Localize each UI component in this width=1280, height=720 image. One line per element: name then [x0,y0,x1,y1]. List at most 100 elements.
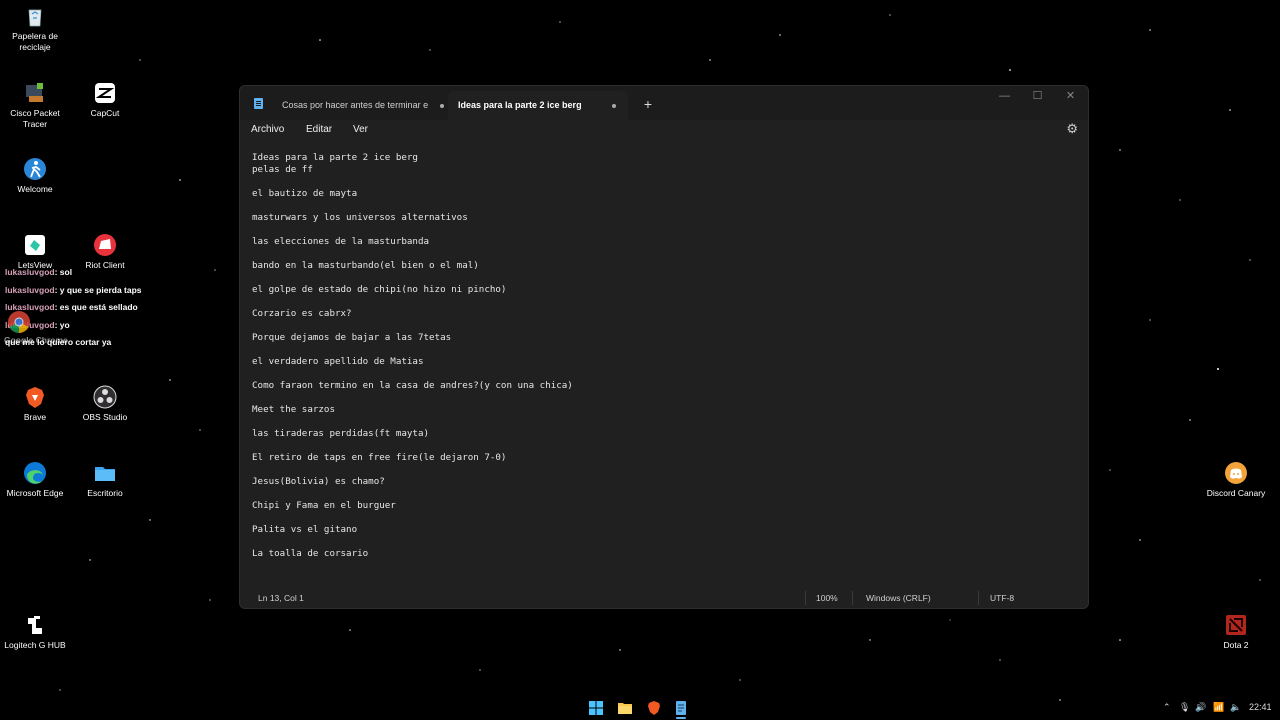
recycle-bin-icon [28,9,42,27]
chat-message: lukasluvgod: y que se pierda taps [5,282,142,300]
volume-icon[interactable]: 🔊 [1195,702,1206,713]
logitech-icon [28,616,42,634]
chat-username: lukasluvgod [5,284,55,295]
editor-line: La toalla de corsario [252,548,369,559]
encoding[interactable]: UTF-8 [990,588,1014,608]
obs-icon [93,385,117,409]
desktop-icon-brave[interactable]: Brave [0,385,71,423]
line-ending[interactable]: Windows (CRLF) [866,588,931,608]
chat-text: : es que está sellado [54,302,138,312]
desktop-icon-dota[interactable]: Dota 2 [1200,613,1272,651]
folder-icon [95,467,115,481]
edge-icon [24,462,46,484]
desktop-icon-edge[interactable]: Microsoft Edge [0,461,71,499]
desktop-icon-label: Welcome [17,184,53,194]
desktop-icon-cisco[interactable]: Cisco Packet Tracer [0,81,71,130]
desktop-icon-recycle-bin[interactable]: Papelera de reciclaje [0,4,71,53]
settings-gear-icon[interactable]: ⚙ [1066,121,1078,137]
tab-ideas-ice-berg[interactable]: Ideas para la parte 2 ice berg [448,91,628,120]
desktop-icon-obs[interactable]: OBS Studio [69,385,141,423]
editor-line: Jesus(Bolivia) es chamo? [252,476,385,487]
desktop-icon-label: CapCut [90,108,120,118]
unsaved-dot-icon [612,104,616,108]
editor-line: el bautizo de mayta [252,188,358,199]
menu-editar[interactable]: Editar [306,124,332,135]
tab-cosas-por-hacer[interactable]: Cosas por hacer antes de terminar e [272,91,450,120]
cisco-icon [26,83,43,102]
menu-bar: Archivo Editar Ver [240,120,1088,144]
unsaved-dot-icon [440,104,444,108]
letsview-icon [25,235,45,255]
editor-line: Corzario es cabrx? [252,308,352,319]
dota-icon [1226,615,1246,635]
taskbar: ⌃ 🎙 🔊 📶 🔈 22:41 [0,696,1280,720]
status-divider [852,591,853,605]
editor-line: bando en la masturbando(el bien o el mal… [252,260,479,271]
file-explorer-icon[interactable] [618,701,632,715]
tab-label: Ideas para la parte 2 ice berg [458,100,582,110]
notepad-icon [254,98,263,109]
editor-line: pelas de ff [252,164,313,175]
desktop-icon-label: Brave [23,412,47,422]
status-divider [805,591,806,605]
chat-message: lukasluvgod: sol [5,264,142,282]
chevron-up-icon[interactable]: ⌃ [1163,702,1171,713]
desktop-icon-label: Discord Canary [1206,488,1266,498]
brave-taskbar-icon[interactable] [647,701,661,715]
desktop-icon-chrome[interactable] [0,310,39,337]
chat-text: : y que se pierda taps [54,284,142,295]
tab-bar: Cosas por hacer antes de terminar e Idea… [240,86,1088,120]
wifi-icon[interactable]: 📶 [1213,702,1224,713]
minimize-button[interactable]: — [988,86,1021,106]
welcome-icon [24,158,46,180]
clock[interactable]: 22:41 [1249,702,1272,712]
chat-username: lukasluvgod [5,267,55,277]
editor-line: el verdadero apellido de Matias [252,356,424,367]
desktop-icon-label: Papelera de reciclaje [12,31,58,52]
editor-line: Meet the sarzos [252,404,335,415]
notepad-taskbar-icon[interactable] [674,701,688,715]
desktop-icon-label: Dota 2 [1223,640,1249,650]
editor-line: masturwars y los universos alternativos [252,212,468,223]
desktop-icon-logitech[interactable]: Logitech G HUB [0,613,71,651]
menu-archivo[interactable]: Archivo [251,124,284,135]
editor-line: Chipi y Fama en el burguer [252,500,396,511]
desktop-icon-welcome[interactable]: Welcome [0,157,71,195]
zoom-level[interactable]: 100% [816,588,838,608]
tab-label: Cosas por hacer antes de terminar e [282,100,429,110]
desktop-icon-capcut[interactable]: CapCut [69,81,141,119]
microphone-icon[interactable]: 🎙 [1179,702,1190,713]
chat-text: : yo [54,319,70,330]
editor-line: El retiro de taps en free fire(le dejaro… [252,452,507,463]
editor-line: el golpe de estado de chipi(no hizo ni p… [252,284,507,295]
brave-icon [26,387,44,408]
editor-line: las elecciones de la masturbanda [252,236,430,247]
speaker-icon[interactable]: 🔈 [1230,702,1241,713]
desktop-icon-escritorio[interactable]: Escritorio [69,461,141,499]
start-windows-icon[interactable] [589,701,603,715]
desktop-icon-discord[interactable]: Discord Canary [1200,461,1272,499]
new-tab-button[interactable]: + [640,93,656,115]
close-button[interactable]: ✕ [1054,86,1087,106]
text-editor[interactable]: Ideas para la parte 2 ice berg pelas de f… [252,152,1072,562]
editor-line: las tiraderas perdidas(ft mayta) [252,428,430,439]
menu-ver[interactable]: Ver [353,124,368,135]
chrome-icon [8,311,30,333]
chat-text: : sol [54,267,73,277]
cursor-position: Ln 13, Col 1 [258,593,304,603]
editor-line: Ideas para la parte 2 ice berg [252,152,418,163]
maximize-button[interactable]: ☐ [1021,86,1054,106]
